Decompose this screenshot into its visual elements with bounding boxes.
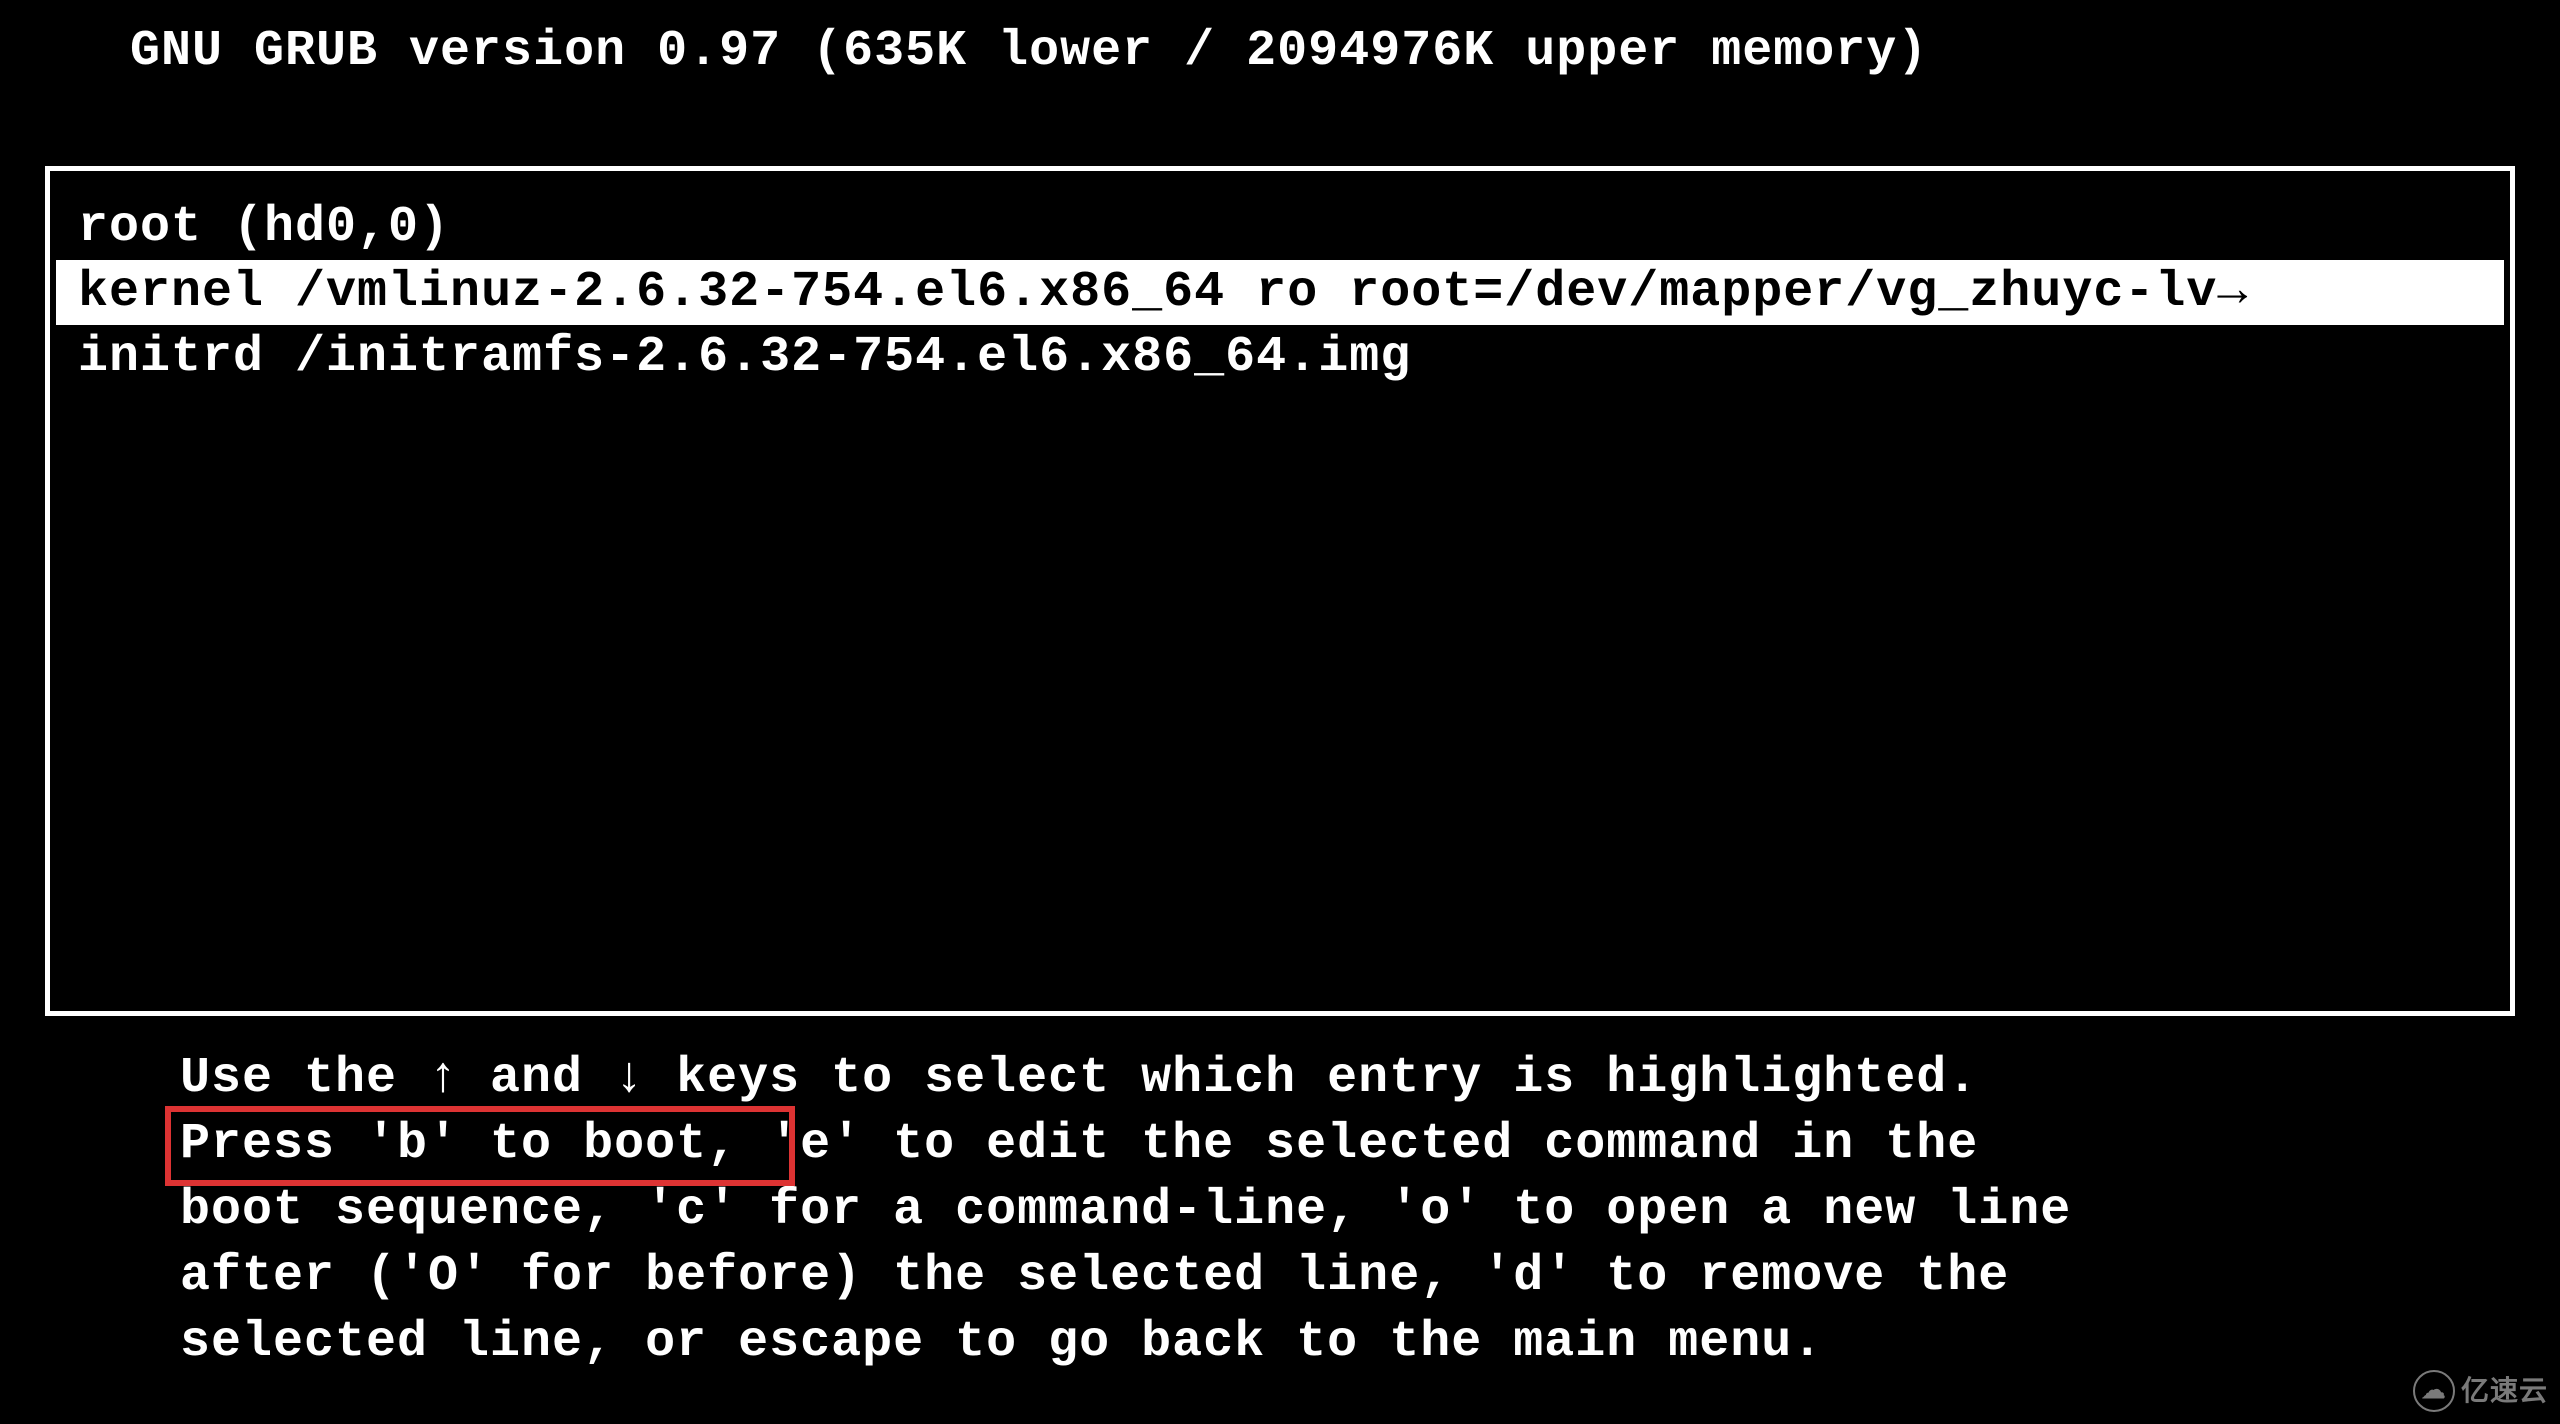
grub-menu-box[interactable]: root (hd0,0) kernel /vmlinuz-2.6.32-754.… (45, 166, 2515, 1016)
grub-instructions: Use the ↑ and ↓ keys to select which ent… (0, 1016, 2560, 1376)
watermark-icon: ☁ (2413, 1370, 2455, 1412)
grub-bootloader-screen: GNU GRUB version 0.97 (635K lower / 2094… (0, 0, 2560, 1424)
grub-header: GNU GRUB version 0.97 (635K lower / 2094… (0, 0, 2560, 86)
instruction-line-4: after ('O' for before) the selected line… (180, 1244, 2560, 1310)
grub-title: GNU GRUB version 0.97 (635K lower / 2094… (130, 23, 1928, 80)
watermark: ☁ 亿速云 (2413, 1370, 2548, 1412)
instruction-line-3: boot sequence, 'c' for a command-line, '… (180, 1178, 2560, 1244)
instruction-line-1: Use the ↑ and ↓ keys to select which ent… (180, 1046, 2560, 1112)
instruction-line-5: selected line, or escape to go back to t… (180, 1310, 2560, 1376)
watermark-text: 亿速云 (2461, 1372, 2548, 1410)
instruction-line-2: Press 'b' to boot, 'e' to edit the selec… (180, 1112, 2560, 1178)
menu-line-kernel-selected[interactable]: kernel /vmlinuz-2.6.32-754.el6.x86_64 ro… (56, 260, 2504, 325)
menu-line-root[interactable]: root (hd0,0) (50, 195, 2510, 260)
menu-line-initrd[interactable]: initrd /initramfs-2.6.32-754.el6.x86_64.… (50, 325, 2510, 390)
